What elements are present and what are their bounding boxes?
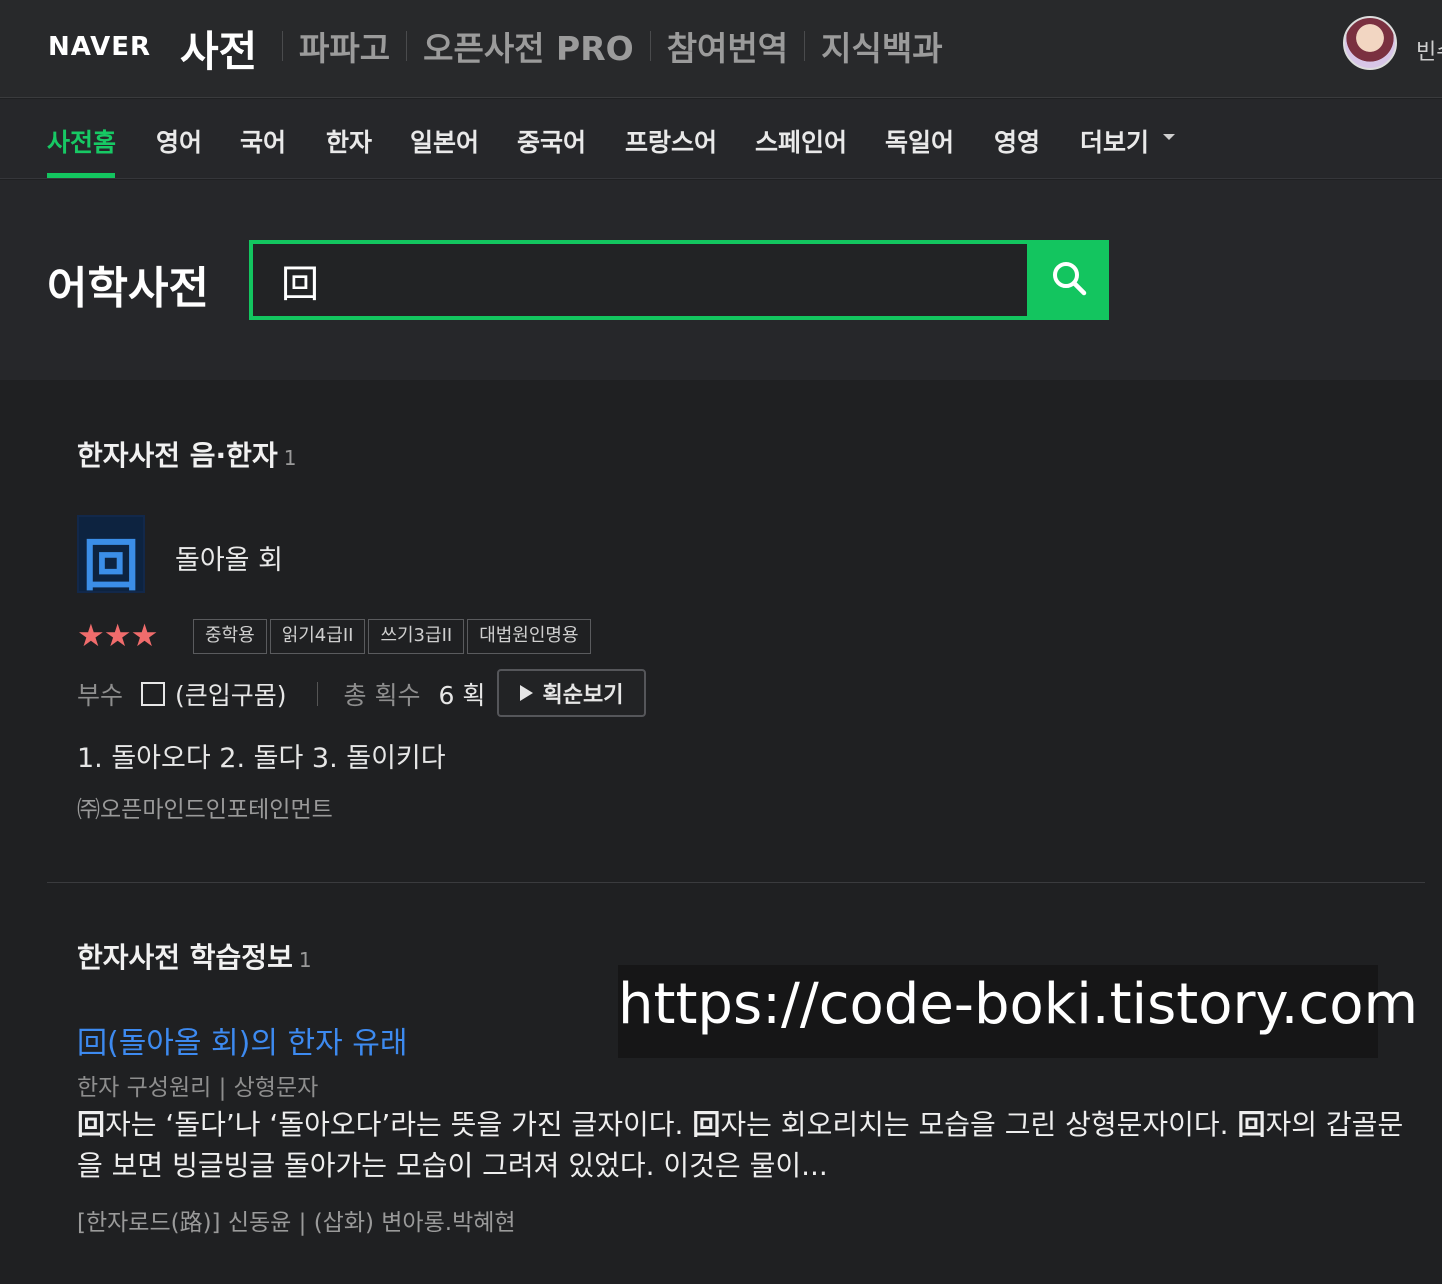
tab-english[interactable]: 영어 [156,123,202,159]
tab-chinese[interactable]: 중국어 [517,123,586,159]
hanja-inline: 回 [692,1108,721,1141]
section-title-text: 한자사전 학습정보 [77,941,293,974]
excerpt-text: 자는 회오리치는 모습을 그린 상형문자이다. [720,1108,1238,1141]
learn-article-source[interactable]: [한자로드(路)] 신동윤 | (삽화) 변아롱.박혜현 [77,1203,516,1237]
stroke-count-label: 총 획수 [343,681,421,710]
badge-reading-level: 읽기4급II [269,619,366,654]
service-link-papago[interactable]: 파파고 [283,22,406,70]
play-icon [519,685,533,701]
result-count: 1 [298,948,312,972]
tab-hanja[interactable]: 한자 [326,123,372,159]
hanja-inline: 回 [77,1108,106,1141]
section-divider [47,882,1425,883]
top-header: NAVER 사전 파파고 오픈사전 PRO 참여번역 지식백과 빈수 [0,0,1442,98]
stroke-order-button[interactable]: 획순보기 [497,669,646,717]
source-credit[interactable]: ㈜오픈마인드인포테인먼트 [77,790,333,824]
tab-dictionary-home[interactable]: 사전홈 [47,123,116,159]
search-icon [1053,262,1087,296]
tab-french[interactable]: 프랑스어 [625,123,717,159]
tab-german[interactable]: 독일어 [885,123,954,159]
radical-square-icon[interactable] [141,682,166,706]
hanja-section-title: 한자사전 음·한자 1 [77,434,296,474]
hanja-meaning[interactable]: 돌아올 회 [175,538,283,577]
radical-name[interactable]: (큰입구몸) [175,676,287,712]
tab-korean[interactable]: 국어 [240,123,286,159]
hanja-meanings-list: 1. 돌아오다 2. 돌다 3. 돌이키다 [77,743,446,774]
stroke-count-value: 6 획 [438,681,486,710]
badge-writing-level: 쓰기3급II [368,619,465,654]
user-avatar[interactable] [1343,16,1397,70]
search-button[interactable] [1031,240,1109,320]
result-count: 1 [283,446,297,470]
service-link-open-dict-pro[interactable]: 오픈사전 PRO [407,22,650,70]
hanja-inline: 回 [1237,1108,1266,1141]
search-input[interactable] [281,256,981,304]
section-title-text: 한자사전 음·한자 [77,439,278,472]
badge-middle-school: 중학용 [193,619,267,654]
search-title: 어학사전 [47,263,209,314]
user-name[interactable]: 빈수 [1416,34,1442,66]
badge-name-use: 대법원인명용 [467,619,591,654]
dictionary-logo[interactable]: 사전 [180,18,257,79]
hanja-character[interactable]: 回 [79,521,143,602]
service-link-encyclopedia[interactable]: 지식백과 [805,22,958,70]
learn-article-meta: 한자 구성원리 | 상형문자 [77,1075,319,1101]
service-links: 파파고 오픈사전 PRO 참여번역 지식백과 [282,22,959,70]
active-tab-indicator [47,173,115,178]
naver-logo[interactable]: NAVER [48,32,151,62]
hanja-character-box[interactable]: 回 [77,515,145,599]
search-area: 어학사전 [0,180,1442,380]
service-link-participation[interactable]: 참여번역 [651,22,804,70]
importance-stars: ★★★ [77,618,158,654]
watermark-url: https://code-boki.tistory.com [618,972,1419,1037]
learn-article-link[interactable]: 回(돌아올 회)의 한자 유래 [77,1018,407,1062]
radical-label: 부수 [77,681,124,710]
excerpt-text: 자는 ‘돌다’나 ‘돌아오다’라는 뜻을 가진 글자이다. [105,1108,693,1141]
divider [316,682,318,706]
radical-stroke-row: 부수 (큰입구몸) 총 획수 6 획 [77,676,485,712]
search-box [249,240,1031,320]
tab-japanese[interactable]: 일본어 [410,123,479,159]
chevron-down-icon[interactable] [1163,134,1175,140]
grade-badges: 중학용 읽기4급II 쓰기3급II 대법원인명용 [193,619,591,654]
learn-section-title: 한자사전 학습정보 1 [77,936,312,976]
stroke-order-label: 획순보기 [542,683,624,708]
learn-article-excerpt[interactable]: 回자는 ‘돌다’나 ‘돌아오다’라는 뜻을 가진 글자이다. 回자는 회오리치는… [77,1104,1422,1186]
tab-spanish[interactable]: 스페인어 [755,123,847,159]
tab-more[interactable]: 더보기 [1080,123,1149,159]
tab-english-english[interactable]: 영영 [994,123,1040,159]
dictionary-tabs: 사전홈 영어 국어 한자 일본어 중국어 프랑스어 스페인어 독일어 영영 더보… [0,99,1442,179]
